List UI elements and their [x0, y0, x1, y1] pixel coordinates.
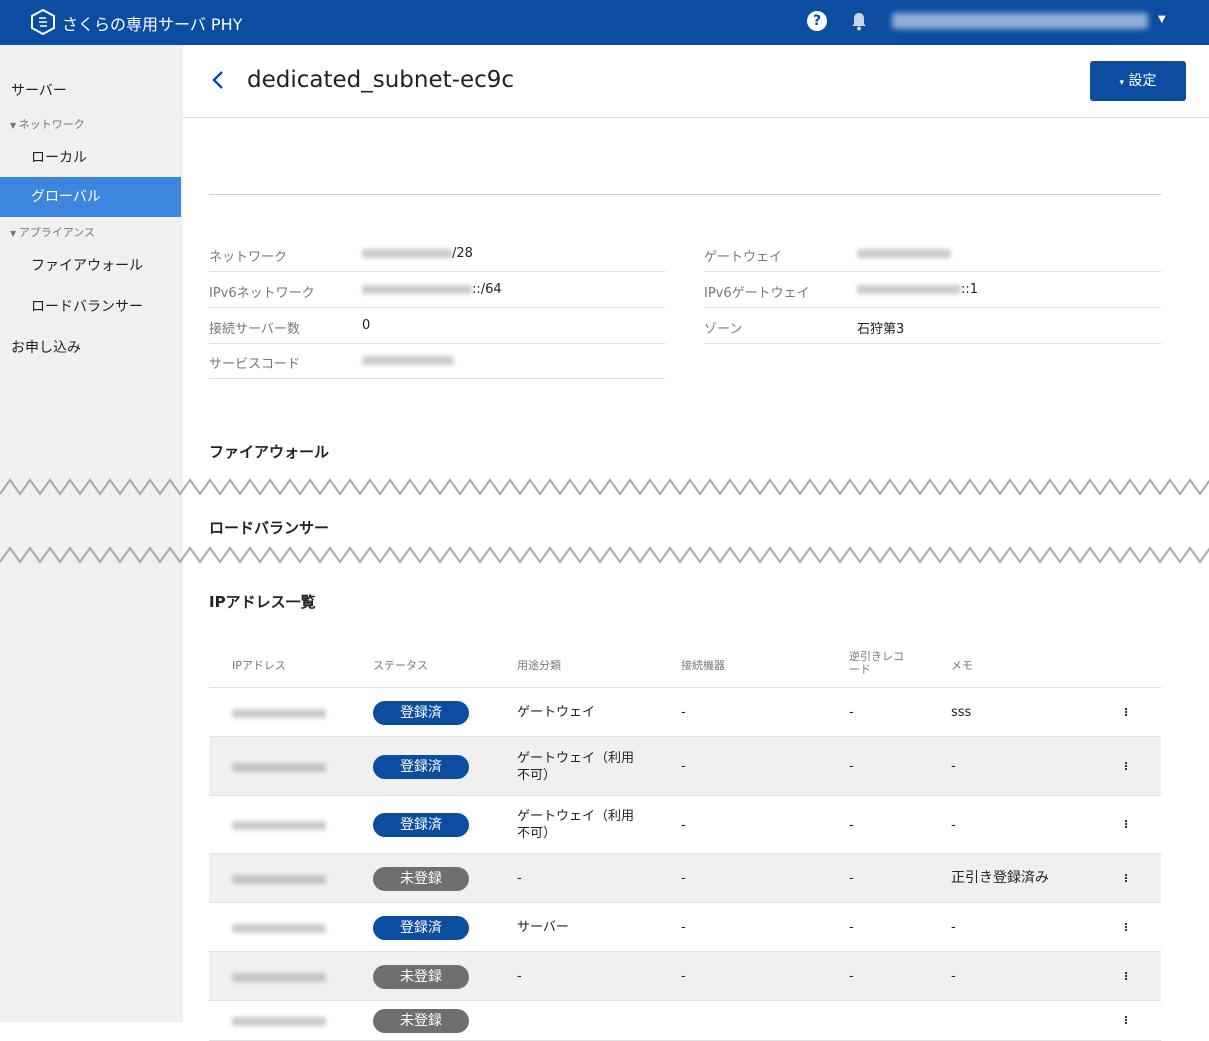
ip-address-cell: [232, 871, 326, 888]
back-arrow-icon[interactable]: [211, 70, 225, 90]
sidebar-item-servers[interactable]: サーバー: [0, 80, 181, 100]
usage-cell: -: [517, 871, 522, 886]
status-badge: 登録済: [373, 700, 469, 725]
triangle-down-icon: ▼: [10, 229, 19, 238]
table-header: IPアドレス ステータス 用途分類 接続機器 逆引きレコード メモ: [209, 649, 1161, 688]
section-title-firewall: ファイアウォール: [209, 443, 330, 461]
usage-cell: サーバー: [517, 920, 569, 935]
sidebar-group-network[interactable]: ▼ ネットワーク: [10, 116, 85, 132]
status-badge: 登録済: [373, 754, 469, 779]
column-header-memo[interactable]: メモ: [951, 659, 973, 672]
status-badge: 登録済: [373, 813, 469, 837]
logo-icon[interactable]: [30, 9, 56, 35]
reverse-record-cell: -: [849, 871, 854, 886]
info-row-service-code: サービスコード: [209, 343, 665, 379]
help-icon[interactable]: ?: [807, 11, 827, 31]
reverse-record-cell: -: [849, 759, 854, 774]
sidebar-item-local[interactable]: ローカル: [0, 147, 181, 167]
more-options-icon[interactable]: [1121, 1015, 1131, 1027]
brand-name[interactable]: さくらの専用サーバ PHY: [62, 11, 242, 35]
sidebar-item-global[interactable]: グローバル: [0, 177, 181, 217]
usage-cell: ゲートウェイ: [517, 705, 596, 720]
table-row[interactable]: 未登録 - - - 正引き登録済み: [209, 854, 1161, 903]
sidebar-item-loadbalancer[interactable]: ロードバランサー: [0, 296, 181, 316]
column-header-ip[interactable]: IPアドレス: [232, 659, 286, 672]
more-options-icon[interactable]: [1121, 819, 1131, 831]
triangle-down-icon: ▼: [10, 121, 19, 130]
more-options-icon[interactable]: [1121, 873, 1131, 885]
section-title-loadbalancer: ロードバランサー: [209, 519, 330, 537]
reverse-record-cell: -: [849, 817, 854, 833]
table-row[interactable]: 登録済 サーバー - - -: [209, 903, 1161, 952]
memo-cell: sss: [951, 705, 972, 720]
sidebar-item-application[interactable]: お申し込み: [0, 337, 181, 357]
more-options-icon[interactable]: [1121, 971, 1131, 983]
status-badge: 未登録: [373, 964, 469, 989]
memo-cell: -: [951, 920, 956, 935]
device-cell: -: [681, 817, 686, 833]
section-break: [0, 546, 1209, 564]
info-row-ipv6-network: IPv6ネットワーク ::/64: [209, 272, 665, 308]
account-name[interactable]: [892, 13, 1148, 29]
reverse-record-cell: -: [849, 705, 854, 720]
divider: [209, 194, 1161, 195]
info-row-gateway: ゲートウェイ: [704, 236, 1161, 272]
status-badge: 未登録: [373, 1009, 469, 1033]
usage-cell: -: [517, 969, 522, 984]
settings-button[interactable]: ▾ 設定: [1090, 61, 1186, 101]
column-header-reverse[interactable]: 逆引きレコード: [849, 650, 907, 676]
reverse-record-cell: -: [849, 920, 854, 935]
ip-address-cell: [232, 817, 326, 834]
reverse-record-cell: -: [849, 969, 854, 984]
status-badge: 未登録: [373, 866, 469, 891]
sidebar: サーバー ▼ ネットワーク ローカル グローバル ▼ アプライアンス ファイアウ…: [0, 45, 183, 1022]
device-cell: -: [681, 969, 686, 984]
more-options-icon[interactable]: [1121, 707, 1131, 719]
device-cell: -: [681, 705, 686, 720]
device-cell: -: [681, 920, 686, 935]
table-row[interactable]: 未登録 - - - -: [209, 952, 1161, 1001]
ip-address-cell: [232, 759, 326, 776]
page-header: dedicated_subnet-ec9c ▾ 設定: [183, 45, 1209, 118]
main-content: dedicated_subnet-ec9c ▾ 設定 ネットワーク /28 IP…: [0, 45, 1209, 1041]
section-break: [0, 478, 1209, 496]
usage-cell: ゲートウェイ（利用不可）: [517, 809, 635, 841]
info-row-ipv6-gateway: IPv6ゲートウェイ ::1: [704, 272, 1161, 308]
info-row-zone: ゾーン 石狩第3: [704, 308, 1161, 344]
device-cell: -: [681, 759, 686, 774]
bell-icon[interactable]: [850, 11, 868, 31]
table-row[interactable]: 登録済 ゲートウェイ（利用不可） - - -: [209, 796, 1161, 854]
section-title-ip-list: IPアドレス一覧: [209, 593, 316, 611]
more-options-icon[interactable]: [1121, 922, 1131, 934]
info-row-server-count: 接続サーバー数 0: [209, 308, 665, 344]
table-row[interactable]: 未登録: [209, 1001, 1161, 1041]
ip-address-cell: [232, 920, 326, 937]
top-bar: さくらの専用サーバ PHY ? ▼: [0, 0, 1209, 45]
ip-address-cell: [232, 705, 326, 722]
memo-cell: -: [951, 969, 956, 984]
ip-address-cell: [232, 969, 326, 986]
status-badge: 登録済: [373, 915, 469, 940]
sidebar-group-appliance[interactable]: ▼ アプライアンス: [10, 224, 95, 240]
memo-cell: -: [951, 817, 956, 833]
device-cell: -: [681, 871, 686, 886]
memo-cell: -: [951, 759, 956, 774]
chevron-down-icon[interactable]: ▼: [1158, 14, 1166, 25]
usage-cell: ゲートウェイ（利用不可）: [517, 750, 635, 783]
sidebar-item-firewall[interactable]: ファイアウォール: [0, 255, 181, 275]
column-header-status[interactable]: ステータス: [373, 659, 428, 672]
column-header-device[interactable]: 接続機器: [681, 659, 725, 672]
triangle-down-icon: ▾: [1119, 78, 1125, 88]
column-header-usage[interactable]: 用途分類: [517, 659, 561, 672]
page-title: dedicated_subnet-ec9c: [247, 67, 515, 93]
more-options-icon[interactable]: [1121, 761, 1131, 773]
info-row-network: ネットワーク /28: [209, 236, 665, 272]
table-row[interactable]: 登録済 ゲートウェイ - - sss: [209, 688, 1161, 737]
memo-cell: 正引き登録済み: [951, 870, 1049, 886]
table-row[interactable]: 登録済 ゲートウェイ（利用不可） - - -: [209, 737, 1161, 796]
